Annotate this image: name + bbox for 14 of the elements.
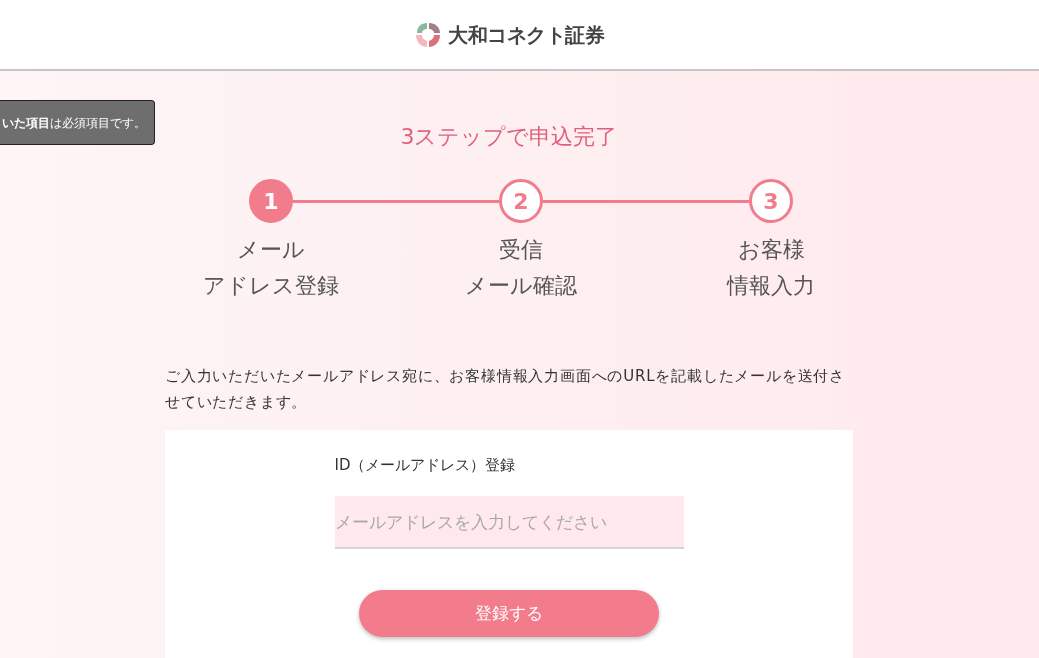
intro-text: ご入力いただいたメールアドレス宛に、お客様情報入力画面へのURLを記載したメールを送付させていただきます。 — [165, 366, 846, 413]
step-number: 2 — [499, 179, 543, 223]
logo-icon — [414, 20, 442, 49]
step-label: 受信 メール確認 — [465, 236, 577, 300]
required-note-tooltip: いた項目は必須項目です。 — [0, 100, 155, 145]
field-label: ID（メールアドレス）登録 — [334, 455, 517, 476]
step-label: メール アドレス登録 — [203, 236, 339, 300]
step-number: 1 — [249, 179, 293, 223]
step-number: 3 — [749, 179, 793, 223]
register-button[interactable]: 登録する — [359, 590, 659, 637]
step-label: お客様 情報入力 — [727, 236, 815, 300]
email-input-field[interactable]: メールアドレスを入力してください — [334, 496, 684, 549]
steps-title: 3ステップで申込完了 — [400, 123, 618, 151]
logo-text: 大和コネクト証券 — [448, 21, 604, 49]
